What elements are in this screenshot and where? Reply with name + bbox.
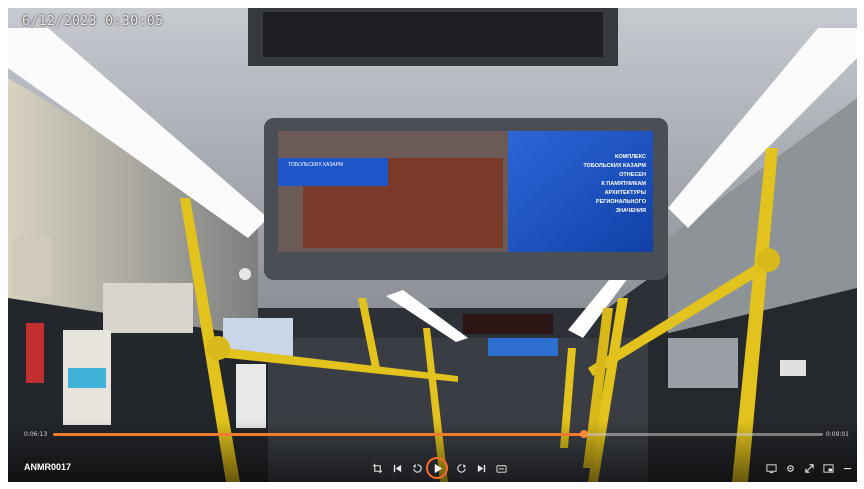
screen-text: КОМПЛЕКС ТОБОЛЬСКИХ КАЗАРМ ОТНЕСЕН К ПАМ…	[516, 153, 646, 216]
control-bar: 0:06:13 0:09:01 ANMR0017	[8, 420, 857, 482]
settings-icon[interactable]	[782, 460, 798, 476]
screen-line: ЗНАЧЕНИЯ	[615, 208, 646, 214]
screen-line: ОТНЕСЕН	[619, 172, 646, 178]
current-time: 0:06:13	[24, 431, 48, 438]
display-icon[interactable]	[763, 460, 779, 476]
play-icon	[434, 463, 442, 473]
video-inset-screen: ТОБОЛЬСКИХ КАЗАРМ КОМПЛЕКС ТОБОЛЬСКИХ КА…	[278, 131, 653, 252]
screen-line: КОМПЛЕКС	[615, 154, 646, 160]
crop-icon[interactable]	[369, 460, 385, 476]
screen-line: АРХИТЕКТУРЫ	[604, 190, 646, 196]
pip-icon[interactable]	[820, 460, 836, 476]
caption-icon[interactable]	[493, 460, 509, 476]
timestamp-overlay: 6/12/2023 0:30:05	[22, 14, 164, 29]
more-icon[interactable]	[839, 460, 855, 476]
fullscreen-icon[interactable]	[801, 460, 817, 476]
forward-icon[interactable]	[453, 460, 469, 476]
seek-bar[interactable]	[53, 430, 823, 438]
screen-header: ТОБОЛЬСКИХ КАЗАРМ	[288, 162, 344, 168]
screen-line: ТОБОЛЬСКИХ КАЗАРМ	[583, 163, 646, 169]
duration: 0:09:01	[825, 431, 849, 438]
rewind-icon[interactable]	[409, 460, 425, 476]
skip-forward-icon[interactable]	[473, 460, 489, 476]
seek-progress	[53, 433, 585, 436]
video-title: ANMR0017	[24, 462, 72, 472]
video-player[interactable]: 6/12/2023 0:30:05 ТОБОЛЬСКИХ КАЗАРМ КОМП…	[8, 8, 857, 482]
screen-line: РЕГИОНАЛЬНОГО	[595, 199, 646, 205]
play-button[interactable]	[426, 457, 448, 479]
screen-line: К ПАМЯТНИКАМ	[601, 181, 646, 187]
seek-handle[interactable]	[580, 430, 589, 438]
skip-back-icon[interactable]	[389, 460, 405, 476]
